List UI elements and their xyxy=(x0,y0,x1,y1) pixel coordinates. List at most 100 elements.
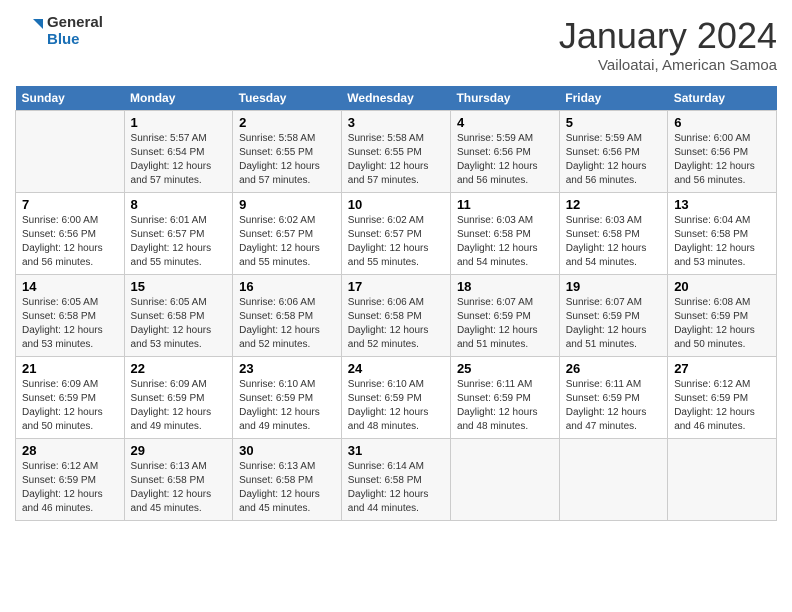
day-info: Sunrise: 6:03 AMSunset: 6:58 PMDaylight:… xyxy=(566,214,661,270)
day-number: 30 xyxy=(239,443,335,458)
day-number: 18 xyxy=(457,279,553,294)
calendar-cell: 5 Sunrise: 5:59 AMSunset: 6:56 PMDaylight… xyxy=(559,111,667,193)
calendar-cell: 18 Sunrise: 6:07 AMSunset: 6:59 PMDayligh… xyxy=(450,275,559,357)
day-number: 23 xyxy=(239,361,335,376)
day-number: 1 xyxy=(131,115,227,130)
day-number: 15 xyxy=(131,279,227,294)
day-number: 7 xyxy=(22,197,118,212)
calendar-cell: 13 Sunrise: 6:04 AMSunset: 6:58 PMDayligh… xyxy=(668,193,777,275)
calendar-week-row: 7 Sunrise: 6:00 AMSunset: 6:56 PMDaylight… xyxy=(16,193,777,275)
calendar-cell: 22Sunrise: 6:09 AMSunset: 6:59 PMDayligh… xyxy=(124,357,233,439)
day-info: Sunrise: 6:02 AMSunset: 6:57 PMDaylight:… xyxy=(239,214,335,270)
day-number: 19 xyxy=(566,279,661,294)
day-info: Sunrise: 6:14 AMSunset: 6:58 PMDaylight:… xyxy=(348,460,444,516)
day-info: Sunrise: 6:01 AMSunset: 6:57 PMDaylight:… xyxy=(131,214,227,270)
title-area: January 2024 Vailoatai, American Samoa xyxy=(559,15,777,74)
logo: General Blue xyxy=(15,15,103,48)
day-number: 29 xyxy=(131,443,227,458)
calendar-cell: 14 Sunrise: 6:05 AMSunset: 6:58 PMDayligh… xyxy=(16,275,125,357)
calendar-cell: 2 Sunrise: 5:58 AMSunset: 6:55 PMDaylight… xyxy=(233,111,342,193)
day-number: 4 xyxy=(457,115,553,130)
calendar-cell xyxy=(668,439,777,521)
calendar-cell: 4Sunrise: 5:59 AMSunset: 6:56 PMDaylight… xyxy=(450,111,559,193)
day-info: Sunrise: 6:02 AMSunset: 6:57 PMDaylight:… xyxy=(348,214,444,270)
weekday-header-sunday: Sunday xyxy=(16,86,125,111)
weekday-header-thursday: Thursday xyxy=(450,86,559,111)
header: General Blue January 2024 Vailoatai, Ame… xyxy=(15,15,777,74)
calendar-cell: 10 Sunrise: 6:02 AMSunset: 6:57 PMDayligh… xyxy=(341,193,450,275)
calendar-cell: 16 Sunrise: 6:06 AMSunset: 6:58 PMDayligh… xyxy=(233,275,342,357)
weekday-header-monday: Monday xyxy=(124,86,233,111)
calendar-week-row: 1 Sunrise: 5:57 AMSunset: 6:54 PMDaylight… xyxy=(16,111,777,193)
day-number: 22 xyxy=(131,361,227,376)
calendar-table: SundayMondayTuesdayWednesdayThursdayFrid… xyxy=(15,86,777,521)
calendar-cell: 26Sunrise: 6:11 AMSunset: 6:59 PMDayligh… xyxy=(559,357,667,439)
calendar-cell: 30Sunrise: 6:13 AMSunset: 6:58 PMDayligh… xyxy=(233,439,342,521)
day-info: Sunrise: 6:09 AMSunset: 6:59 PMDaylight:… xyxy=(22,378,118,434)
weekday-header-wednesday: Wednesday xyxy=(341,86,450,111)
calendar-week-row: 14 Sunrise: 6:05 AMSunset: 6:58 PMDayligh… xyxy=(16,275,777,357)
calendar-cell: 29 Sunrise: 6:13 AMSunset: 6:58 PMDayligh… xyxy=(124,439,233,521)
day-info: Sunrise: 6:11 AMSunset: 6:59 PMDaylight:… xyxy=(457,378,553,434)
day-info: Sunrise: 6:06 AMSunset: 6:58 PMDaylight:… xyxy=(239,296,335,352)
day-number: 5 xyxy=(566,115,661,130)
calendar-cell: 8 Sunrise: 6:01 AMSunset: 6:57 PMDaylight… xyxy=(124,193,233,275)
calendar-cell: 1 Sunrise: 5:57 AMSunset: 6:54 PMDaylight… xyxy=(124,111,233,193)
calendar-cell xyxy=(16,111,125,193)
day-number: 21 xyxy=(22,361,118,376)
calendar-cell: 20 Sunrise: 6:08 AMSunset: 6:59 PMDayligh… xyxy=(668,275,777,357)
day-info: Sunrise: 6:10 AMSunset: 6:59 PMDaylight:… xyxy=(348,378,444,434)
day-number: 28 xyxy=(22,443,118,458)
logo-line2: Blue xyxy=(47,32,103,49)
day-number: 10 xyxy=(348,197,444,212)
calendar-cell: 24 Sunrise: 6:10 AMSunset: 6:59 PMDayligh… xyxy=(341,357,450,439)
day-number: 13 xyxy=(674,197,770,212)
day-number: 3 xyxy=(348,115,444,130)
day-info: Sunrise: 6:12 AMSunset: 6:59 PMDaylight:… xyxy=(22,460,118,516)
day-number: 31 xyxy=(348,443,444,458)
day-number: 11 xyxy=(457,197,553,212)
calendar-cell: 15 Sunrise: 6:05 AMSunset: 6:58 PMDayligh… xyxy=(124,275,233,357)
day-info: Sunrise: 5:57 AMSunset: 6:54 PMDaylight:… xyxy=(131,132,227,188)
calendar-cell: 28 Sunrise: 6:12 AMSunset: 6:59 PMDayligh… xyxy=(16,439,125,521)
calendar-cell: 9 Sunrise: 6:02 AMSunset: 6:57 PMDaylight… xyxy=(233,193,342,275)
day-info: Sunrise: 6:04 AMSunset: 6:58 PMDaylight:… xyxy=(674,214,770,270)
day-number: 26 xyxy=(566,361,661,376)
day-info: Sunrise: 6:05 AMSunset: 6:58 PMDaylight:… xyxy=(22,296,118,352)
day-number: 27 xyxy=(674,361,770,376)
day-info: Sunrise: 6:13 AMSunset: 6:58 PMDaylight:… xyxy=(131,460,227,516)
calendar-cell: 21 Sunrise: 6:09 AMSunset: 6:59 PMDayligh… xyxy=(16,357,125,439)
day-info: Sunrise: 5:58 AMSunset: 6:55 PMDaylight:… xyxy=(239,132,335,188)
day-info: Sunrise: 6:03 AMSunset: 6:58 PMDaylight:… xyxy=(457,214,553,270)
day-number: 2 xyxy=(239,115,335,130)
calendar-cell: 25 Sunrise: 6:11 AMSunset: 6:59 PMDayligh… xyxy=(450,357,559,439)
day-number: 14 xyxy=(22,279,118,294)
calendar-cell: 12Sunrise: 6:03 AMSunset: 6:58 PMDayligh… xyxy=(559,193,667,275)
calendar-cell xyxy=(450,439,559,521)
calendar-cell: 11 Sunrise: 6:03 AMSunset: 6:58 PMDayligh… xyxy=(450,193,559,275)
day-info: Sunrise: 6:07 AMSunset: 6:59 PMDaylight:… xyxy=(457,296,553,352)
calendar-cell: 19Sunrise: 6:07 AMSunset: 6:59 PMDayligh… xyxy=(559,275,667,357)
month-title: January 2024 xyxy=(559,15,777,57)
calendar-cell xyxy=(559,439,667,521)
weekday-header-saturday: Saturday xyxy=(668,86,777,111)
day-info: Sunrise: 6:00 AMSunset: 6:56 PMDaylight:… xyxy=(22,214,118,270)
day-number: 25 xyxy=(457,361,553,376)
day-number: 24 xyxy=(348,361,444,376)
calendar-cell: 27Sunrise: 6:12 AMSunset: 6:59 PMDayligh… xyxy=(668,357,777,439)
calendar-cell: 3Sunrise: 5:58 AMSunset: 6:55 PMDaylight… xyxy=(341,111,450,193)
calendar-cell: 23Sunrise: 6:10 AMSunset: 6:59 PMDayligh… xyxy=(233,357,342,439)
day-number: 17 xyxy=(348,279,444,294)
calendar-cell: 17Sunrise: 6:06 AMSunset: 6:58 PMDayligh… xyxy=(341,275,450,357)
day-info: Sunrise: 5:59 AMSunset: 6:56 PMDaylight:… xyxy=(566,132,661,188)
day-info: Sunrise: 6:00 AMSunset: 6:56 PMDaylight:… xyxy=(674,132,770,188)
logo-line1: General xyxy=(47,15,103,32)
day-number: 8 xyxy=(131,197,227,212)
day-info: Sunrise: 6:08 AMSunset: 6:59 PMDaylight:… xyxy=(674,296,770,352)
day-number: 9 xyxy=(239,197,335,212)
day-number: 20 xyxy=(674,279,770,294)
day-number: 16 xyxy=(239,279,335,294)
logo-svg xyxy=(15,17,45,47)
day-info: Sunrise: 6:05 AMSunset: 6:58 PMDaylight:… xyxy=(131,296,227,352)
weekday-header-tuesday: Tuesday xyxy=(233,86,342,111)
